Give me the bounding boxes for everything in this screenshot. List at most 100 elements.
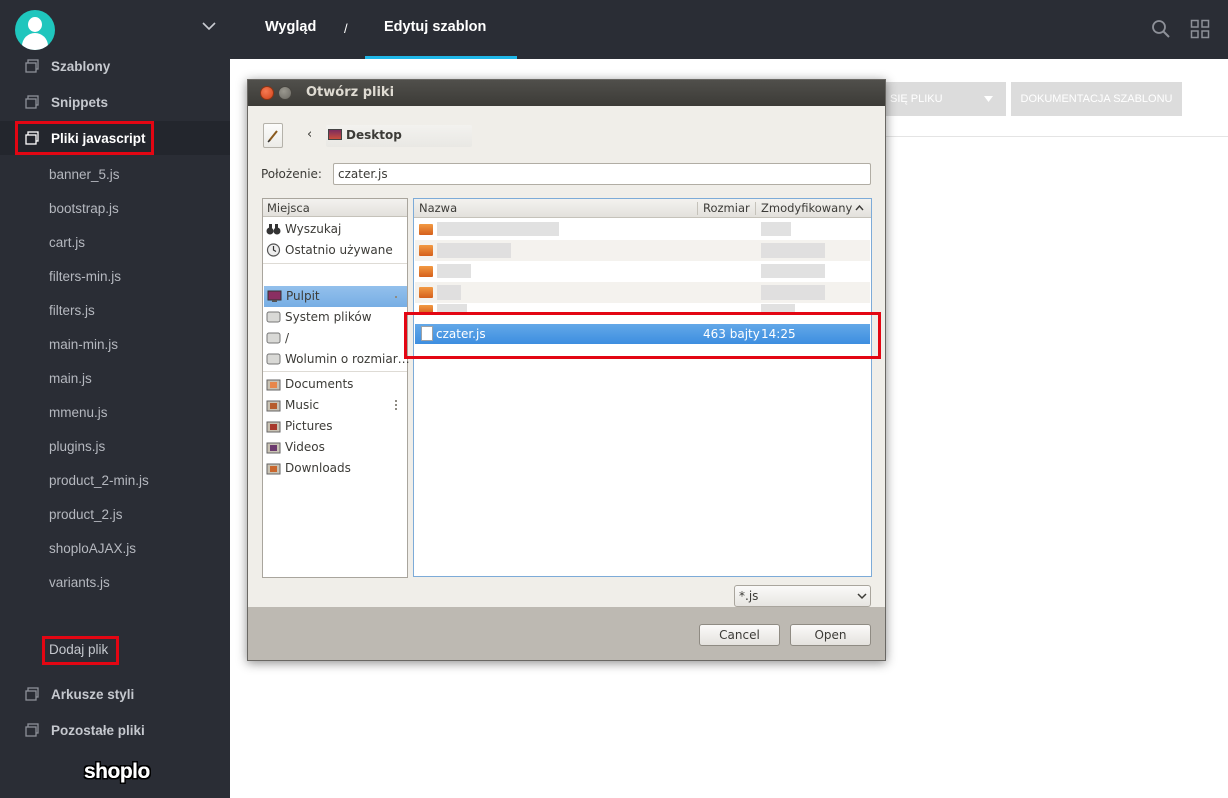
file-row[interactable] (415, 240, 870, 261)
place-label: Downloads (285, 461, 351, 475)
place-item-search[interactable]: Wyszukaj (263, 219, 407, 240)
sidebar-section-snippets[interactable]: Snippets (0, 85, 230, 119)
place-label: Music (285, 398, 320, 412)
drive-icon (266, 311, 281, 323)
layers-icon (25, 687, 39, 701)
sidebar-file-item[interactable]: mmenu.js (49, 405, 108, 420)
place-item-recent[interactable]: Ostatnio używane (263, 240, 407, 261)
sidebar-file-item[interactable]: product_2-min.js (49, 473, 149, 488)
file-list-header: Nazwa Rozmiar Zmodyfikowany (414, 199, 871, 218)
folder-icon (266, 421, 281, 433)
sidebar-file-item[interactable]: filters.js (49, 303, 95, 318)
sidebar-section-pozostale-pliki[interactable]: Pozostałe pliki (0, 713, 230, 747)
sidebar: Szablony Snippets Pliki javascript banne… (0, 0, 230, 798)
obscured-filename (437, 285, 461, 300)
sidebar-section-arkusze-styli[interactable]: Arkusze styli (0, 677, 230, 711)
place-item-videos[interactable]: Videos (263, 437, 407, 458)
sort-ascending-icon[interactable] (855, 205, 864, 211)
dialog-title: Otwórz pliki (306, 85, 395, 100)
place-item-volume[interactable]: Wolumin o rozmiar… (263, 349, 410, 370)
sidebar-file-item[interactable]: banner_5.js (49, 167, 120, 182)
sidebar-section-label: Pozostałe pliki (51, 722, 145, 738)
location-label: Położenie: (261, 167, 322, 181)
divider (884, 136, 1228, 137)
pane-resize-handle[interactable] (395, 296, 397, 298)
breadcrumb-wyglad[interactable]: Wygląd (265, 19, 316, 35)
breadcrumb-separator: / (344, 21, 348, 36)
place-item-pictures[interactable]: Pictures (263, 416, 407, 437)
folder-icon (419, 266, 433, 277)
obscured-filename (437, 304, 467, 312)
breadcrumb-edytuj-szablon[interactable]: Edytuj szablon (384, 19, 486, 35)
location-value: czater.js (338, 167, 388, 181)
avatar-body (22, 33, 48, 50)
place-item-pulpit[interactable]: Pulpit (264, 286, 407, 307)
template-docs-button[interactable]: DOKUMENTACJA SZABLONU (1011, 82, 1182, 116)
sidebar-section-label: Szablony (51, 58, 111, 74)
open-label: Open (814, 628, 847, 642)
minimize-icon[interactable] (278, 86, 292, 100)
back-arrow-icon[interactable]: ‹ (307, 127, 312, 142)
apps-grid-icon[interactable] (1190, 19, 1210, 39)
avatar-head (28, 17, 42, 32)
folder-icon (266, 442, 281, 454)
chevron-down-icon[interactable] (201, 18, 217, 34)
sidebar-section-label: Snippets (51, 94, 109, 110)
file-row[interactable] (415, 219, 870, 240)
sidebar-file-item[interactable]: plugins.js (49, 439, 105, 454)
file-type-filter[interactable]: *.js (734, 585, 871, 607)
place-item-filesystem[interactable]: System plików (263, 307, 407, 328)
top-bar (230, 0, 1228, 59)
places-panel: Miejsca Wyszukaj Ostatnio używane Pulpit… (262, 198, 410, 578)
highlight-box (15, 121, 154, 155)
place-label: Documents (285, 377, 354, 391)
sidebar-section-szablony[interactable]: Szablony (0, 49, 230, 83)
type-location-button[interactable] (263, 123, 283, 148)
place-item-music[interactable]: Music (263, 395, 407, 416)
places-header: Miejsca (263, 199, 407, 217)
column-modified[interactable]: Zmodyfikowany (761, 201, 852, 215)
pencil-icon (267, 130, 278, 143)
sidebar-file-item[interactable]: bootstrap.js (49, 201, 119, 216)
chevron-down-icon (857, 593, 867, 600)
layers-icon (25, 723, 39, 737)
pane-resize-handle[interactable] (395, 404, 397, 406)
open-file-dialog: Otwórz pliki ‹ Desktop Położenie: czater… (247, 79, 886, 661)
pane-resize-handle[interactable] (395, 400, 397, 402)
place-label: Wolumin o rozmiar… (285, 352, 410, 366)
place-label: System plików (285, 310, 372, 324)
place-item-documents[interactable]: Documents (263, 374, 407, 395)
close-icon[interactable] (260, 86, 274, 100)
cancel-button[interactable]: Cancel (699, 624, 780, 646)
sidebar-file-item[interactable]: main.js (49, 371, 92, 386)
places-header-label: Miejsca (267, 201, 310, 215)
user-avatar[interactable] (15, 10, 55, 50)
sidebar-file-item[interactable]: cart.js (49, 235, 85, 250)
column-name[interactable]: Nazwa (419, 201, 457, 215)
obscured-filename (437, 222, 559, 236)
sidebar-file-item[interactable]: product_2.js (49, 507, 123, 522)
binoculars-icon (266, 224, 281, 235)
shoplo-logo: shoplo (84, 760, 150, 783)
sidebar-file-item[interactable]: variants.js (49, 575, 110, 590)
pane-resize-handle[interactable] (395, 408, 397, 410)
obscured-filename (437, 243, 511, 258)
sidebar-file-item[interactable]: main-min.js (49, 337, 118, 352)
open-button[interactable]: Open (790, 624, 871, 646)
template-docs-label: DOKUMENTACJA SZABLONU (1020, 93, 1173, 105)
place-label: Ostatnio używane (285, 243, 393, 257)
file-row[interactable] (415, 261, 870, 282)
place-item-root[interactable]: / (263, 328, 407, 349)
sidebar-file-item[interactable]: filters-min.js (49, 269, 121, 284)
file-row[interactable] (415, 282, 870, 303)
location-input[interactable] (333, 163, 871, 185)
upload-file-button[interactable]: SIĘ PLIKU (872, 82, 1006, 116)
folder-icon (419, 287, 433, 298)
sidebar-file-item[interactable]: shoploAJAX.js (49, 541, 136, 556)
column-size[interactable]: Rozmiar (703, 201, 750, 215)
search-icon[interactable] (1151, 19, 1171, 39)
highlight-box (42, 636, 119, 665)
place-label: Videos (285, 440, 325, 454)
place-item-downloads[interactable]: Downloads (263, 458, 407, 479)
places-separator (263, 371, 407, 372)
